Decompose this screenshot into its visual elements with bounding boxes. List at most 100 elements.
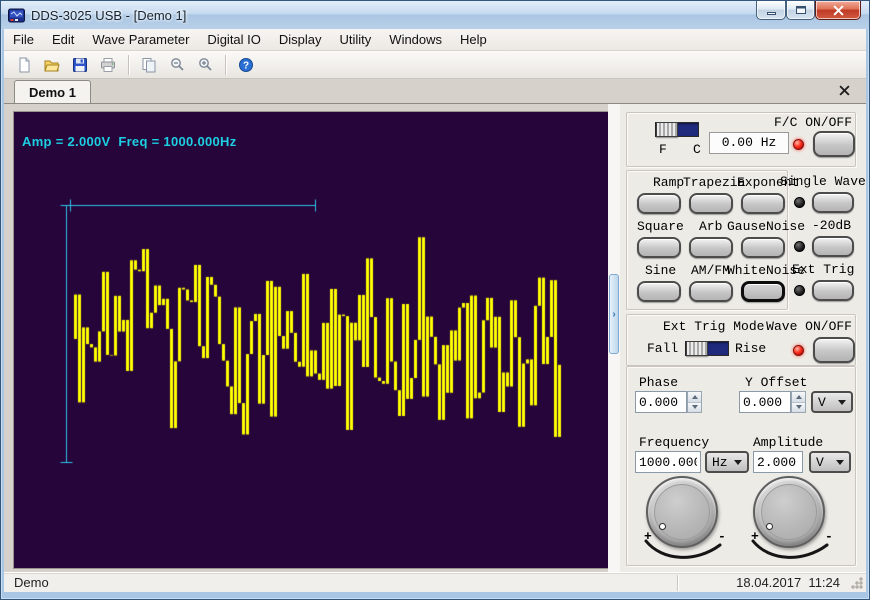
open-button[interactable] bbox=[40, 53, 64, 77]
spin-up-button[interactable] bbox=[688, 392, 701, 403]
spin-down-button[interactable] bbox=[792, 403, 805, 413]
phase-input[interactable] bbox=[635, 391, 687, 413]
title-bar[interactable]: DDS-3025 USB - [Demo 1] bbox=[1, 1, 869, 29]
fc-onoff-button[interactable] bbox=[813, 131, 855, 157]
amplitude-knob-unit: + - bbox=[743, 471, 847, 571]
waveform-canvas bbox=[14, 112, 608, 568]
gausenoise-button[interactable] bbox=[741, 237, 785, 258]
ext-trig-button[interactable] bbox=[812, 280, 854, 301]
zoom-out-icon bbox=[169, 57, 185, 73]
amplitude-unit-value: V bbox=[816, 455, 824, 470]
zoom-out-button[interactable] bbox=[165, 53, 189, 77]
y-offset-input[interactable] bbox=[739, 391, 791, 413]
y-offset-unit-select[interactable]: V bbox=[811, 391, 853, 413]
menu-file[interactable]: File bbox=[4, 30, 43, 49]
fc-onoff-led bbox=[793, 139, 804, 150]
single-wave-button[interactable] bbox=[812, 192, 854, 213]
dropdown-arrow-icon bbox=[734, 460, 742, 469]
amfm-button[interactable] bbox=[689, 281, 733, 302]
menu-utility[interactable]: Utility bbox=[331, 30, 381, 49]
wave-onoff-button[interactable] bbox=[813, 337, 855, 363]
frequency-input[interactable] bbox=[635, 451, 701, 473]
frequency-unit-select[interactable]: Hz bbox=[705, 451, 749, 473]
ext-trig-slider-handle[interactable] bbox=[686, 341, 708, 356]
toolbar: ? bbox=[4, 51, 866, 79]
fc-label-f: F bbox=[659, 142, 667, 157]
square-button[interactable] bbox=[637, 237, 681, 258]
ramp-button[interactable] bbox=[637, 193, 681, 214]
ext-trig-slider[interactable] bbox=[685, 341, 729, 356]
trapezia-button[interactable] bbox=[689, 193, 733, 214]
zoom-in-button[interactable] bbox=[193, 53, 217, 77]
menu-wave-parameter[interactable]: Wave Parameter bbox=[83, 30, 198, 49]
close-button[interactable] bbox=[815, 1, 861, 20]
arb-button[interactable] bbox=[689, 237, 733, 258]
tab-close-icon bbox=[839, 85, 850, 96]
menu-display[interactable]: Display bbox=[270, 30, 331, 49]
frequency-knob-unit: + - bbox=[636, 471, 740, 571]
menu-help[interactable]: Help bbox=[451, 30, 496, 49]
sine-button[interactable] bbox=[637, 281, 681, 302]
toolbar-separator bbox=[128, 55, 129, 75]
menu-windows[interactable]: Windows bbox=[380, 30, 451, 49]
wave-onoff-led bbox=[793, 345, 804, 356]
arrow-down-icon bbox=[692, 405, 698, 412]
window-title: DDS-3025 USB - [Demo 1] bbox=[31, 8, 186, 23]
fc-slider[interactable] bbox=[655, 122, 699, 137]
menu-edit[interactable]: Edit bbox=[43, 30, 83, 49]
menu-digital-io[interactable]: Digital IO bbox=[198, 30, 269, 49]
y-offset-unit-value: V bbox=[818, 395, 826, 410]
minus20db-label: -20dB bbox=[812, 218, 851, 233]
print-button[interactable] bbox=[96, 53, 120, 77]
splitter-handle[interactable]: › bbox=[609, 274, 619, 354]
chevron-right-icon: › bbox=[612, 309, 615, 320]
status-divider bbox=[677, 575, 678, 591]
wave-buttons-group: Ramp Trapezia Exponent Square Arb GauseN… bbox=[626, 170, 788, 310]
arrow-down-icon bbox=[796, 405, 802, 412]
minimize-button[interactable] bbox=[756, 1, 786, 20]
frequency-unit-value: Hz bbox=[712, 455, 728, 470]
status-bar: Demo 18.04.2017 11:24 bbox=[4, 572, 866, 592]
control-panel: F C 0.00 Hz F/C ON/OFF Ramp Trapezia Exp… bbox=[620, 104, 866, 572]
fc-label-c: C bbox=[693, 142, 701, 157]
tab-close-button[interactable] bbox=[837, 83, 852, 98]
knob-indicator-dot bbox=[766, 523, 773, 530]
tab-demo1[interactable]: Demo 1 bbox=[14, 80, 91, 103]
fc-onoff-label: F/C ON/OFF bbox=[774, 115, 852, 130]
single-wave-label: Single Wave bbox=[780, 174, 866, 189]
parameters-group: Phase Y Offset V Frequency bbox=[626, 366, 856, 566]
close-icon bbox=[833, 5, 844, 16]
fc-slider-handle[interactable] bbox=[656, 122, 678, 137]
maximize-button[interactable] bbox=[786, 1, 815, 20]
resize-grip[interactable] bbox=[851, 577, 863, 589]
help-button[interactable]: ? bbox=[234, 53, 258, 77]
sine-label: Sine bbox=[645, 263, 676, 278]
ext-trig-mode-group: Ext Trig Mode Fall Rise Wave ON/OFF bbox=[626, 314, 856, 366]
application-window: DDS-3025 USB - [Demo 1] File Edit Wave P… bbox=[0, 0, 870, 600]
amplitude-input[interactable] bbox=[753, 451, 803, 473]
whitenoise-button[interactable] bbox=[741, 281, 785, 302]
dropdown-arrow-icon bbox=[838, 400, 846, 409]
new-icon bbox=[16, 57, 32, 73]
print-icon bbox=[100, 57, 116, 73]
status-text: Demo bbox=[14, 575, 49, 590]
tab-strip: Demo 1 bbox=[4, 79, 866, 104]
copy-button[interactable] bbox=[137, 53, 161, 77]
ramp-label: Ramp bbox=[653, 175, 684, 190]
spin-up-button[interactable] bbox=[792, 392, 805, 403]
fc-group: F C 0.00 Hz F/C ON/OFF bbox=[626, 112, 856, 167]
save-button[interactable] bbox=[68, 53, 92, 77]
knob-indicator-dot bbox=[659, 523, 666, 530]
arrow-up-icon bbox=[692, 392, 698, 399]
dropdown-arrow-icon bbox=[836, 460, 844, 469]
spin-down-button[interactable] bbox=[688, 403, 701, 413]
amplitude-unit-select[interactable]: V bbox=[809, 451, 851, 473]
new-button[interactable] bbox=[12, 53, 36, 77]
ext-trig-label: Ext Trig bbox=[792, 262, 854, 277]
waveform-display: Amp = 2.000V Freq = 1000.000Hz bbox=[14, 112, 608, 568]
minus20db-button[interactable] bbox=[812, 236, 854, 257]
exponent-button[interactable] bbox=[741, 193, 785, 214]
fc-frequency-display: 0.00 Hz bbox=[709, 132, 789, 154]
tab-label: Demo 1 bbox=[29, 85, 76, 100]
document-area: Amp = 2.000V Freq = 1000.000Hz › F C 0.0… bbox=[4, 104, 866, 572]
